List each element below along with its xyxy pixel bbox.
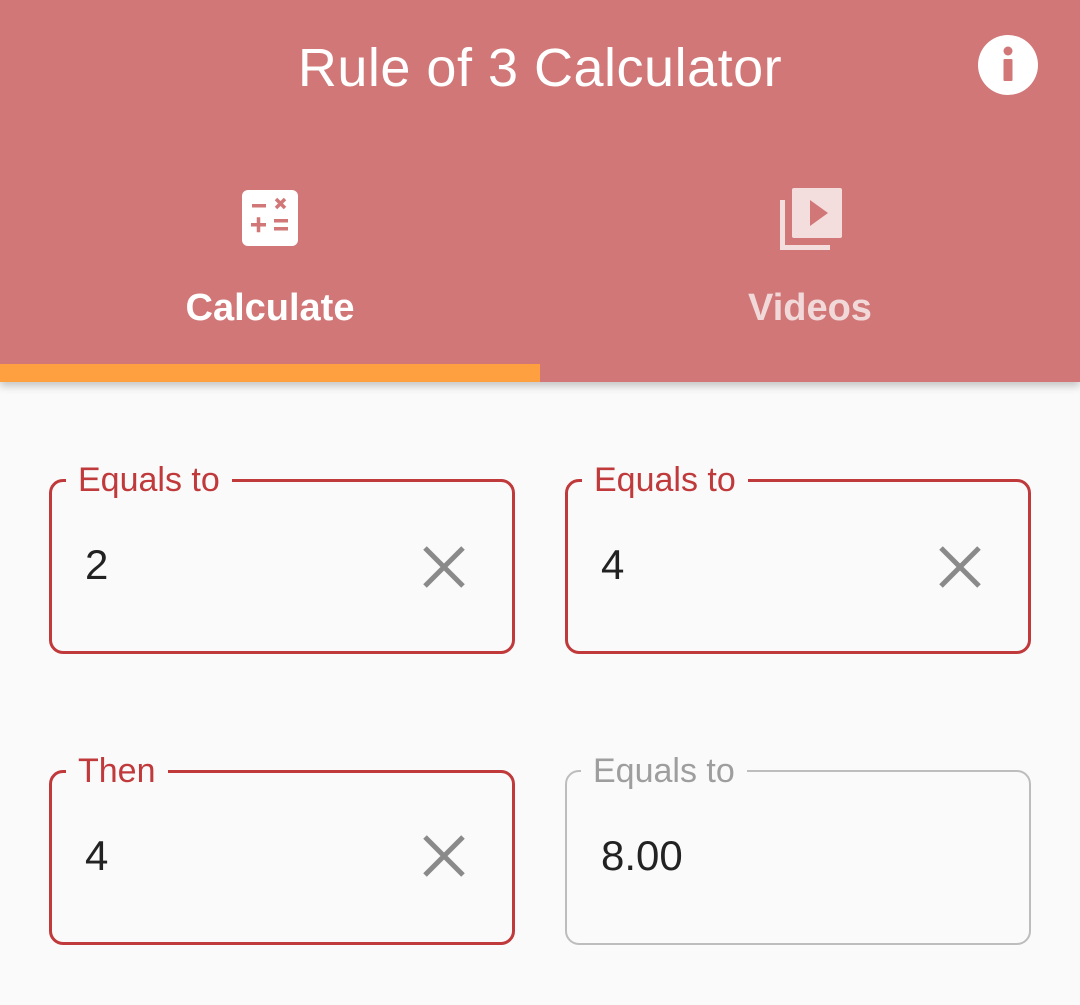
info-button[interactable] [977,34,1039,96]
input-c-field[interactable]: Then 4 [49,753,515,945]
video-library-icon [780,186,842,250]
input-a-label: Equals to [78,461,220,499]
clear-c-button[interactable] [419,831,469,881]
calculator-icon [240,186,300,250]
tab-videos[interactable]: Videos [540,170,1080,382]
input-b-label: Equals to [594,461,736,499]
input-a-field[interactable]: Equals to 2 [49,462,515,654]
input-b-field[interactable]: Equals to 4 [565,462,1031,654]
clear-b-button[interactable] [935,542,985,592]
result-value: 8.00 [601,832,683,879]
tab-calculate-label: Calculate [185,287,355,329]
input-c-value[interactable]: 4 [85,829,108,883]
input-a-value[interactable]: 2 [85,538,108,592]
result-field: Equals to 8.00 [565,753,1031,945]
info-icon [978,35,1038,95]
result-label: Equals to [593,752,735,790]
clear-a-button[interactable] [419,542,469,592]
app-bar: Rule of 3 Calculator Calculate Videos [0,0,1080,382]
tab-indicator [0,364,540,382]
app-title: Rule of 3 Calculator [297,38,783,98]
close-icon [423,546,465,588]
close-icon [939,546,981,588]
close-icon [423,835,465,877]
tab-videos-label: Videos [748,287,872,329]
tab-calculate[interactable]: Calculate [0,170,540,382]
input-b-value[interactable]: 4 [601,538,624,592]
input-c-label: Then [78,752,156,790]
